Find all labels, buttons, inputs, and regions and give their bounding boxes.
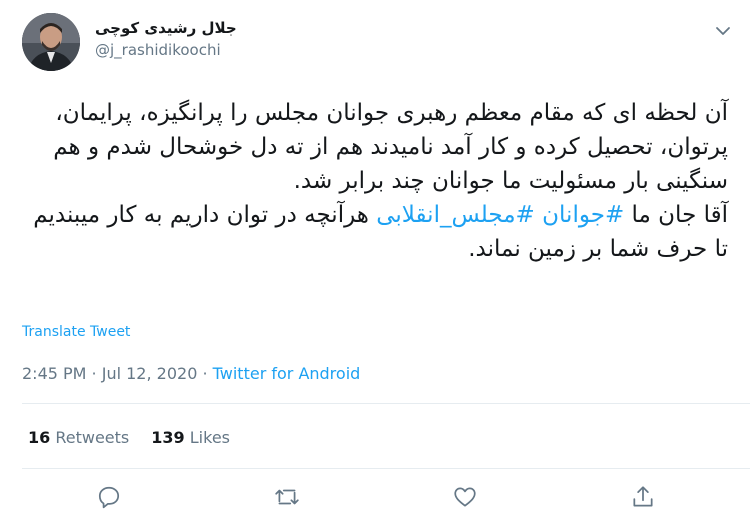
hashtag-link[interactable]: #مجلس_انقلابی <box>376 202 535 228</box>
retweets-count: 16 <box>28 428 51 447</box>
translate-tweet-link[interactable]: Translate Tweet <box>22 324 130 340</box>
like-button[interactable] <box>452 484 478 510</box>
avatar-photo <box>22 13 80 71</box>
divider <box>22 468 750 469</box>
likes-count: 139 <box>151 428 185 447</box>
tweet-source-link[interactable]: Twitter for Android <box>213 364 361 383</box>
retweet-button[interactable] <box>274 484 300 510</box>
reply-button[interactable] <box>96 484 122 510</box>
reply-icon <box>98 486 120 509</box>
retweets-label: Retweets <box>55 428 130 447</box>
likes-stat[interactable]: 139 Likes <box>151 428 230 447</box>
tweet-date[interactable]: Jul 12, 2020 <box>102 364 198 383</box>
tweet-menu-button[interactable] <box>714 22 732 40</box>
tweet-actions <box>0 484 750 514</box>
chevron-down-icon <box>716 27 730 35</box>
meta-separator: · <box>197 364 213 383</box>
divider <box>22 403 750 404</box>
tweet-stats: 16 Retweets 139 Likes <box>28 428 230 447</box>
author-display-name[interactable]: جلال رشیدی کوچی <box>95 18 237 38</box>
author-handle[interactable]: @j_rashidikoochi <box>95 40 237 60</box>
retweets-stat[interactable]: 16 Retweets <box>28 428 129 447</box>
share-button[interactable] <box>630 484 656 510</box>
tweet-time[interactable]: 2:45 PM <box>22 364 86 383</box>
tweet-text: آن لحظه ای که مقام معظم رهبری جوانان مجل… <box>22 96 728 266</box>
hashtag-link[interactable]: #جوانان <box>542 202 624 228</box>
avatar[interactable] <box>22 13 80 71</box>
heart-icon <box>454 487 476 507</box>
retweet-icon <box>275 489 299 505</box>
share-icon <box>633 486 653 507</box>
author-info[interactable]: جلال رشیدی کوچی @j_rashidikoochi <box>95 18 237 60</box>
tweet-meta: 2:45 PM · Jul 12, 2020 · Twitter for And… <box>22 364 360 383</box>
meta-separator: · <box>86 364 102 383</box>
likes-label: Likes <box>189 428 230 447</box>
